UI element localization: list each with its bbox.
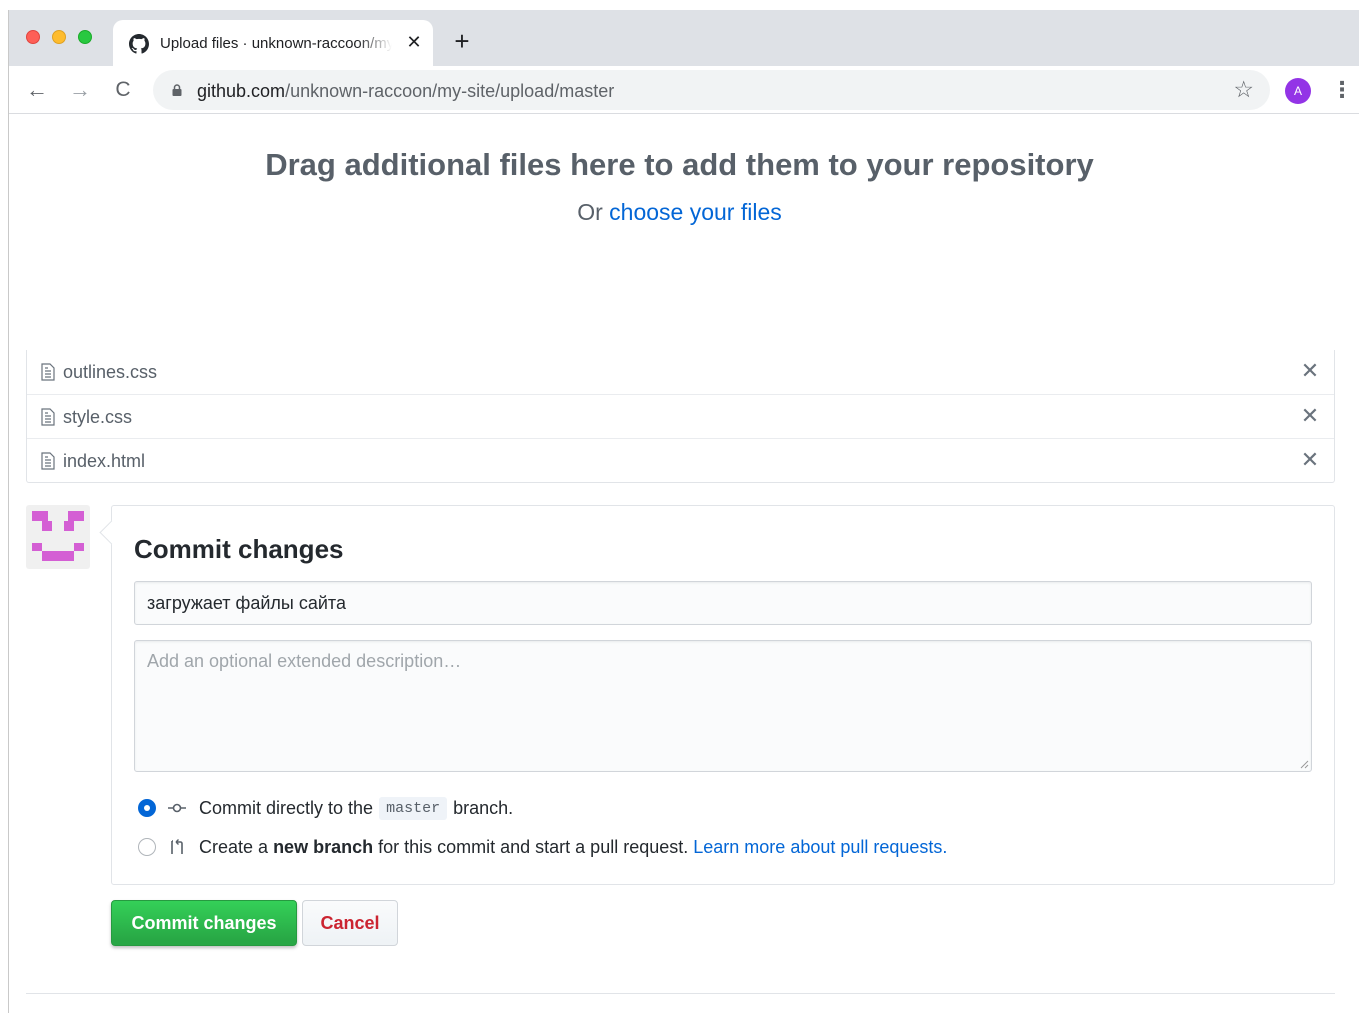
- bookmark-star-icon[interactable]: ☆: [1233, 76, 1254, 103]
- branch-name: master: [379, 796, 448, 820]
- file-icon: [41, 452, 55, 470]
- maximize-window-button[interactable]: [78, 30, 92, 44]
- lock-icon: [172, 84, 182, 96]
- remove-file-icon[interactable]: ✕: [1300, 405, 1320, 427]
- file-icon: [41, 363, 55, 381]
- new-branch-suffix: for this commit and start a pull request…: [378, 836, 689, 857]
- browser-menu-icon[interactable]: ⋮: [1331, 75, 1353, 105]
- commit-description-textarea[interactable]: [134, 640, 1312, 772]
- drop-zone-subtitle: Or choose your files: [0, 199, 1359, 226]
- file-row: style.css ✕: [27, 394, 1334, 438]
- new-branch-option[interactable]: Create a new branch for this commit and …: [138, 834, 947, 860]
- new-branch-radio[interactable]: [138, 838, 156, 856]
- forward-arrow-icon[interactable]: →: [66, 76, 94, 104]
- github-octocat-icon: [129, 34, 149, 54]
- url-host: github.com: [197, 81, 286, 101]
- committer-avatar[interactable]: [26, 505, 90, 569]
- git-pull-request-icon: [171, 839, 183, 854]
- commit-changes-button[interactable]: Commit changes: [111, 900, 297, 946]
- new-branch-bold: new branch: [273, 836, 374, 857]
- learn-more-pull-requests-link[interactable]: Learn more about pull requests.: [693, 837, 947, 858]
- footer-divider: [26, 993, 1335, 994]
- new-branch-prefix: Create a: [199, 836, 269, 857]
- tab-title: Upload files · unknown-raccoon/my-site: [160, 35, 392, 52]
- commit-direct-suffix: branch.: [453, 797, 514, 818]
- commit-summary-input[interactable]: [134, 581, 1312, 625]
- git-commit-icon: [168, 803, 186, 813]
- remove-file-icon[interactable]: ✕: [1300, 360, 1320, 382]
- resize-grip-icon[interactable]: [1299, 759, 1309, 769]
- url-text: github.com/unknown-raccoon/my-site/uploa…: [197, 81, 614, 102]
- minimize-window-button[interactable]: [52, 30, 66, 44]
- new-tab-icon[interactable]: +: [449, 28, 475, 54]
- commit-direct-prefix: Commit directly to the: [199, 797, 374, 818]
- commit-heading: Commit changes: [134, 534, 344, 564]
- reload-icon[interactable]: C: [109, 76, 137, 104]
- back-arrow-icon[interactable]: ←: [23, 76, 51, 104]
- profile-avatar[interactable]: A: [1285, 78, 1311, 104]
- page-content: Drag additional files here to add them t…: [0, 105, 1359, 1003]
- file-row: outlines.css ✕: [27, 350, 1334, 394]
- file-row: index.html ✕: [27, 438, 1334, 482]
- close-tab-icon[interactable]: ✕: [403, 31, 425, 53]
- or-label: Or: [577, 199, 603, 225]
- address-bar[interactable]: github.com/unknown-raccoon/my-site/uploa…: [153, 70, 1270, 110]
- cancel-button[interactable]: Cancel: [302, 900, 398, 946]
- file-name: style.css: [63, 407, 133, 427]
- file-name: index.html: [63, 451, 146, 471]
- commit-direct-radio[interactable]: [138, 799, 156, 817]
- remove-file-icon[interactable]: ✕: [1300, 449, 1320, 471]
- commit-direct-option[interactable]: Commit directly to the master branch.: [138, 795, 513, 821]
- active-tab[interactable]: Upload files · unknown-raccoon/my-site ✕: [113, 20, 433, 66]
- uploaded-file-list: outlines.css ✕ style.css ✕ index.html ✕: [26, 350, 1335, 483]
- commit-form: Commit changes Commit directly to the ma…: [111, 505, 1335, 885]
- close-window-button[interactable]: [26, 30, 40, 44]
- drop-zone-title: Drag additional files here to add them t…: [265, 147, 1094, 182]
- tab-strip: Upload files · unknown-raccoon/my-site ✕…: [9, 10, 1359, 66]
- url-path: /unknown-raccoon/my-site/upload/master: [285, 81, 615, 101]
- choose-files-link[interactable]: choose your files: [609, 199, 782, 225]
- file-icon: [41, 408, 55, 426]
- identicon-icon: [32, 511, 84, 561]
- file-name: outlines.css: [63, 362, 158, 382]
